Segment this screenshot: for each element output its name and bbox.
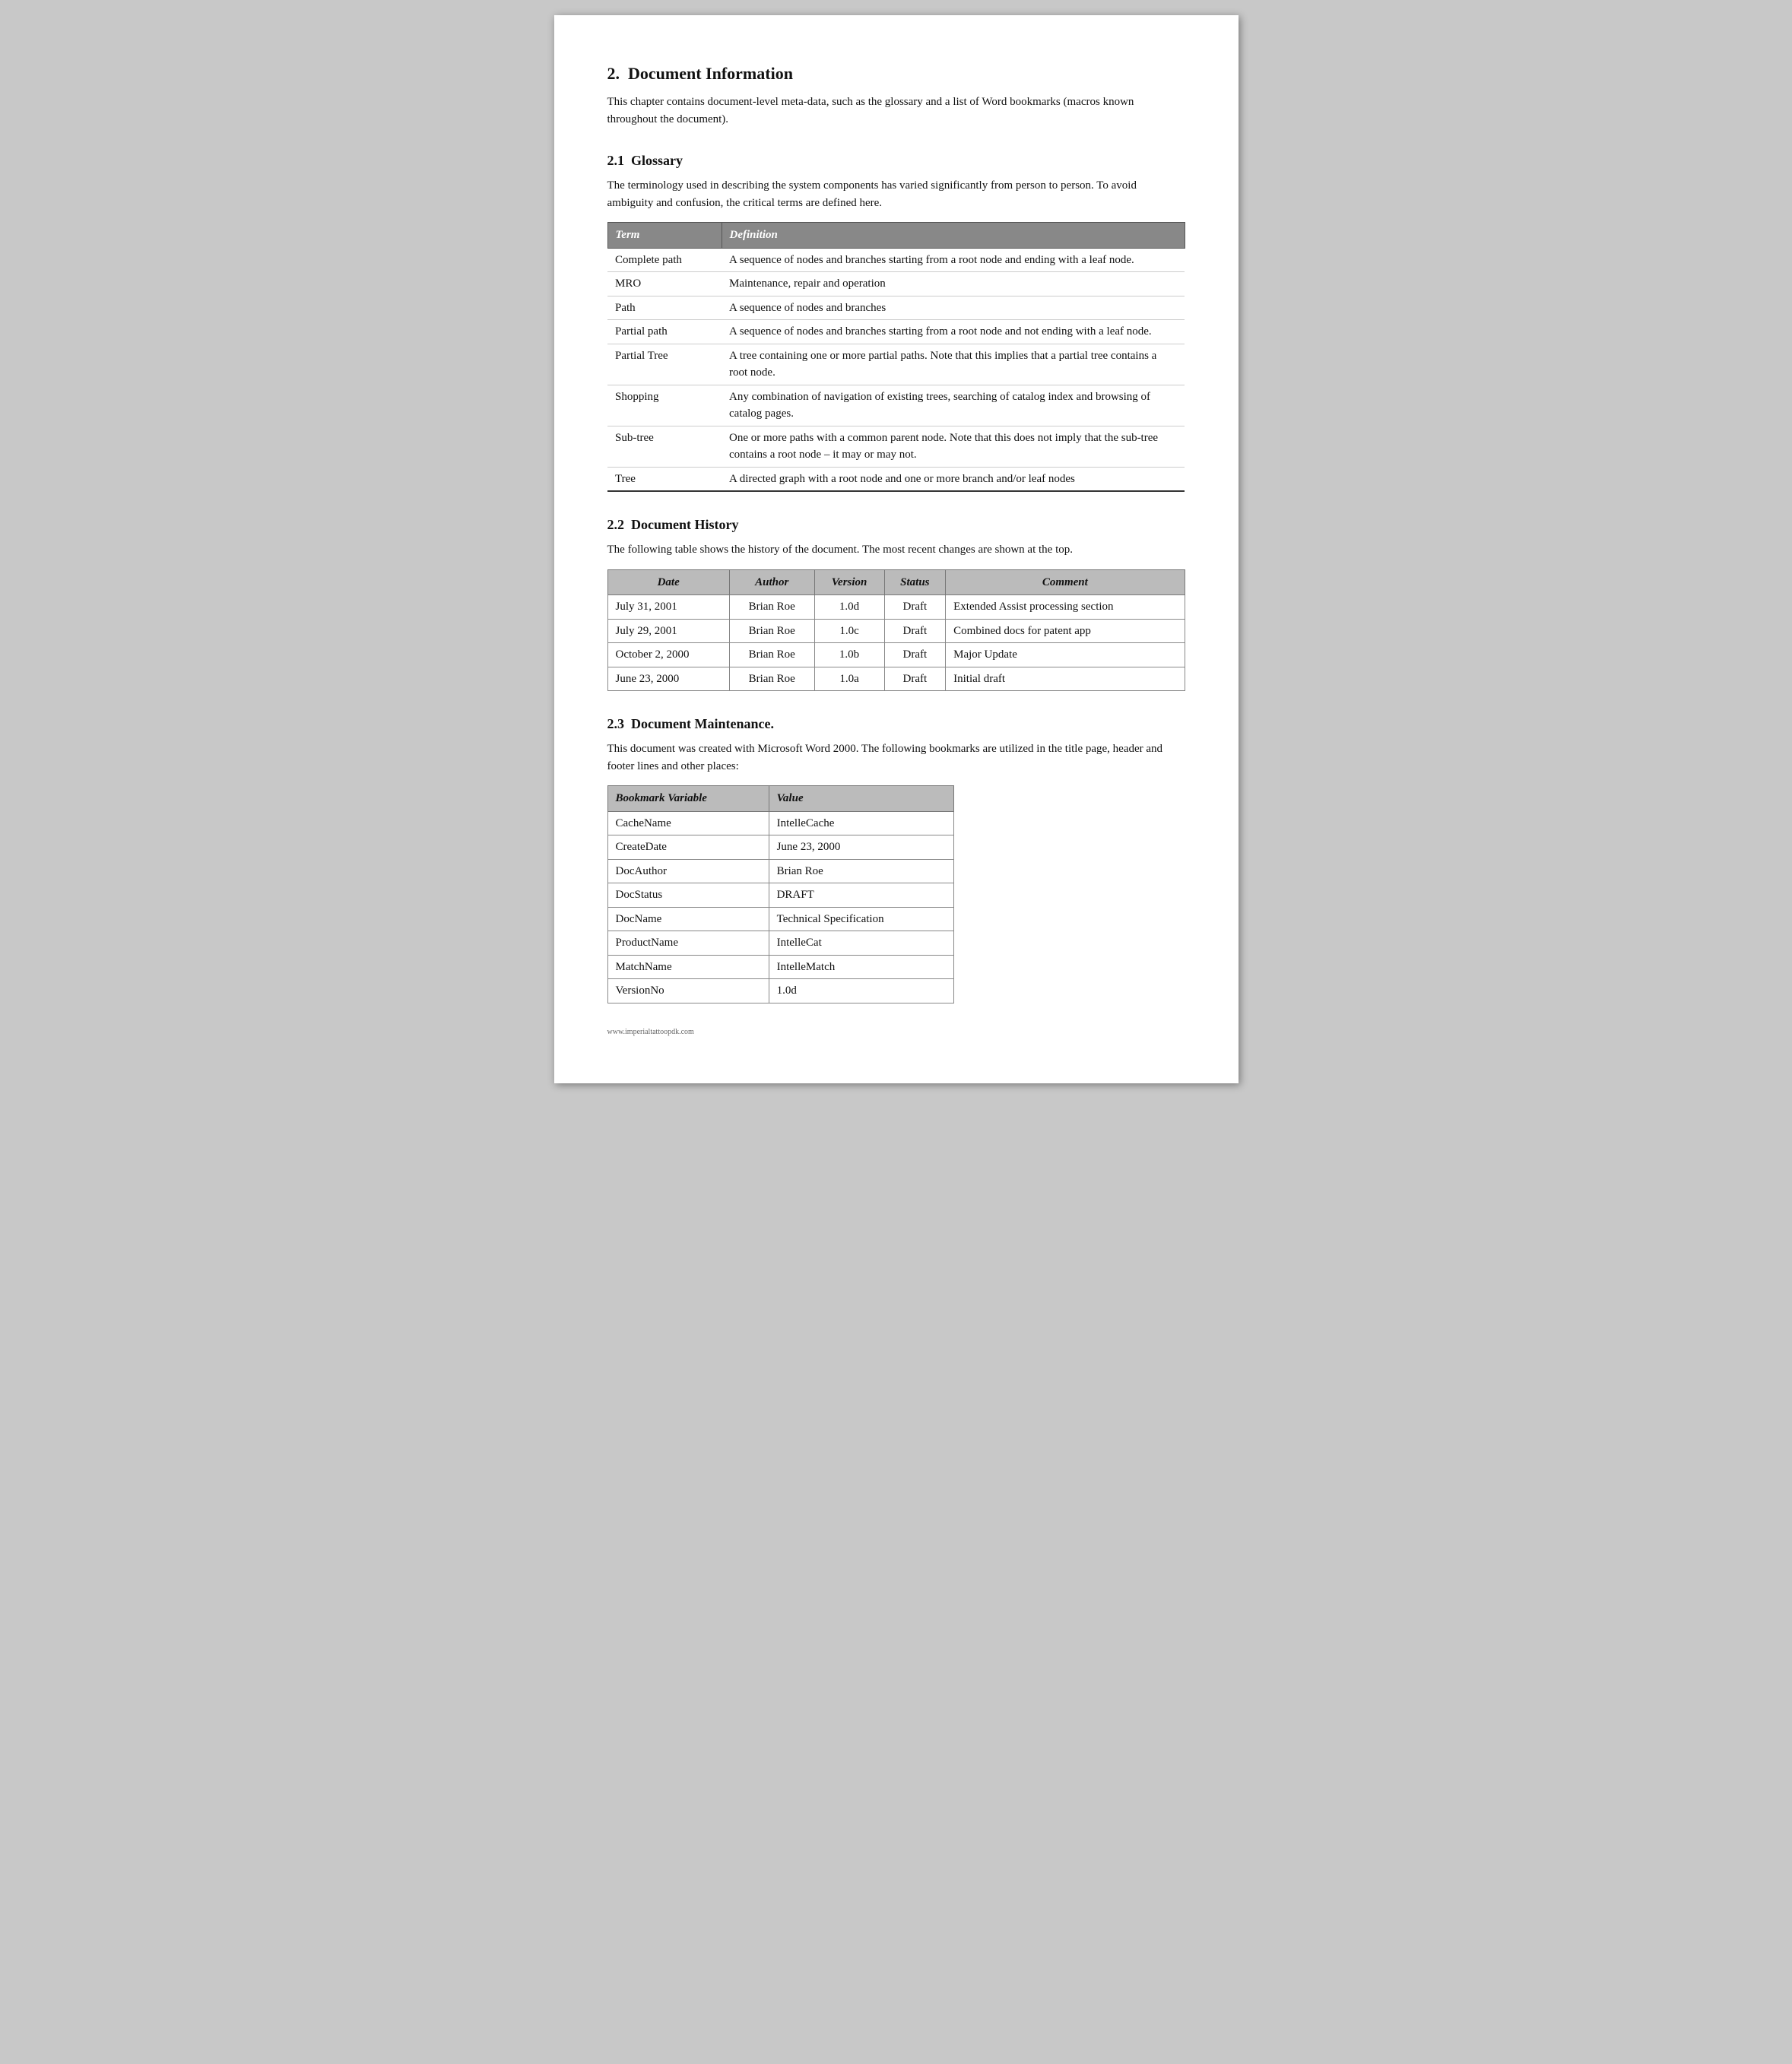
bookmark-variable: ProductName bbox=[607, 931, 769, 956]
bookmark-column-header: Bookmark Variable bbox=[607, 786, 769, 812]
glossary-definition: Any combination of navigation of existin… bbox=[722, 385, 1185, 426]
history-cell: Brian Roe bbox=[729, 643, 814, 667]
glossary-definition: A directed graph with a root node and on… bbox=[722, 467, 1185, 491]
history-cell: Major Update bbox=[946, 643, 1185, 667]
section-23-intro: This document was created with Microsoft… bbox=[607, 740, 1185, 775]
history-cell: July 29, 2001 bbox=[607, 619, 729, 643]
bookmark-variable: VersionNo bbox=[607, 979, 769, 1003]
table-row: June 23, 2000Brian Roe1.0aDraftInitial d… bbox=[607, 667, 1185, 691]
table-row: PathA sequence of nodes and branches bbox=[607, 296, 1185, 320]
glossary-definition: A sequence of nodes and branches startin… bbox=[722, 320, 1185, 344]
history-cell: 1.0a bbox=[814, 667, 884, 691]
section-2-title: 2. Document Information bbox=[607, 61, 1185, 86]
table-row: DocAuthorBrian Roe bbox=[607, 859, 953, 883]
bookmark-variable: CacheName bbox=[607, 811, 769, 835]
bookmark-column-header: Value bbox=[769, 786, 953, 812]
history-table: DateAuthorVersionStatusComment July 31, … bbox=[607, 569, 1185, 692]
history-cell: Draft bbox=[884, 667, 946, 691]
history-cell: 1.0c bbox=[814, 619, 884, 643]
history-cell: Initial draft bbox=[946, 667, 1185, 691]
document-page: 2. Document Information This chapter con… bbox=[554, 15, 1239, 1083]
bookmark-variable: MatchName bbox=[607, 955, 769, 979]
history-column-header: Status bbox=[884, 569, 946, 595]
glossary-term: Partial Tree bbox=[607, 344, 722, 385]
bookmark-value: 1.0d bbox=[769, 979, 953, 1003]
glossary-header-definition: Definition bbox=[722, 223, 1185, 249]
history-cell: Draft bbox=[884, 643, 946, 667]
bookmark-variable: DocAuthor bbox=[607, 859, 769, 883]
table-row: DocNameTechnical Specification bbox=[607, 907, 953, 931]
glossary-term: Shopping bbox=[607, 385, 722, 426]
bookmark-value: IntelleMatch bbox=[769, 955, 953, 979]
table-row: July 31, 2001Brian Roe1.0dDraftExtended … bbox=[607, 595, 1185, 620]
bookmark-table: Bookmark VariableValue CacheNameIntelleC… bbox=[607, 785, 954, 1003]
bookmark-variable: DocStatus bbox=[607, 883, 769, 908]
table-row: Partial TreeA tree containing one or mor… bbox=[607, 344, 1185, 385]
history-cell: 1.0d bbox=[814, 595, 884, 620]
bookmark-value: IntelleCat bbox=[769, 931, 953, 956]
table-row: ShoppingAny combination of navigation of… bbox=[607, 385, 1185, 426]
bookmark-value: Brian Roe bbox=[769, 859, 953, 883]
history-column-header: Date bbox=[607, 569, 729, 595]
bookmark-variable: CreateDate bbox=[607, 835, 769, 860]
bookmark-value: IntelleCache bbox=[769, 811, 953, 835]
section-2: 2. Document Information This chapter con… bbox=[607, 61, 1185, 128]
history-cell: October 2, 2000 bbox=[607, 643, 729, 667]
bookmark-value: Technical Specification bbox=[769, 907, 953, 931]
table-row: Sub-treeOne or more paths with a common … bbox=[607, 426, 1185, 467]
history-column-header: Version bbox=[814, 569, 884, 595]
bookmark-variable: DocName bbox=[607, 907, 769, 931]
section-22-title: 2.2 Document History bbox=[607, 515, 1185, 535]
history-cell: June 23, 2000 bbox=[607, 667, 729, 691]
history-cell: Brian Roe bbox=[729, 667, 814, 691]
watermark: www.imperialtattoopdk.com bbox=[607, 1026, 1185, 1038]
glossary-definition: One or more paths with a common parent n… bbox=[722, 426, 1185, 467]
table-row: MatchNameIntelleMatch bbox=[607, 955, 953, 979]
table-row: October 2, 2000Brian Roe1.0bDraftMajor U… bbox=[607, 643, 1185, 667]
table-row: Complete pathA sequence of nodes and bra… bbox=[607, 248, 1185, 272]
glossary-definition: Maintenance, repair and operation bbox=[722, 272, 1185, 296]
history-cell: Extended Assist processing section bbox=[946, 595, 1185, 620]
history-cell: Draft bbox=[884, 595, 946, 620]
bookmark-value: DRAFT bbox=[769, 883, 953, 908]
glossary-term: Complete path bbox=[607, 248, 722, 272]
table-row: VersionNo1.0d bbox=[607, 979, 953, 1003]
glossary-header-term: Term bbox=[607, 223, 722, 249]
glossary-term: Partial path bbox=[607, 320, 722, 344]
section-2-intro: This chapter contains document-level met… bbox=[607, 94, 1185, 128]
table-row: Partial pathA sequence of nodes and bran… bbox=[607, 320, 1185, 344]
history-cell: Brian Roe bbox=[729, 595, 814, 620]
table-row: MROMaintenance, repair and operation bbox=[607, 272, 1185, 296]
glossary-term: Path bbox=[607, 296, 722, 320]
table-row: DocStatusDRAFT bbox=[607, 883, 953, 908]
glossary-term: Tree bbox=[607, 467, 722, 491]
section-22: 2.2 Document History The following table… bbox=[607, 515, 1185, 691]
section-21-title: 2.1 Glossary bbox=[607, 151, 1185, 171]
history-cell: Combined docs for patent app bbox=[946, 619, 1185, 643]
glossary-term: Sub-tree bbox=[607, 426, 722, 467]
history-column-header: Author bbox=[729, 569, 814, 595]
table-row: ProductNameIntelleCat bbox=[607, 931, 953, 956]
section-22-intro: The following table shows the history of… bbox=[607, 541, 1185, 559]
table-row: July 29, 2001Brian Roe1.0cDraftCombined … bbox=[607, 619, 1185, 643]
section-21-intro: The terminology used in describing the s… bbox=[607, 177, 1185, 211]
glossary-definition: A tree containing one or more partial pa… bbox=[722, 344, 1185, 385]
bookmark-value: June 23, 2000 bbox=[769, 835, 953, 860]
table-row: TreeA directed graph with a root node an… bbox=[607, 467, 1185, 491]
table-row: CacheNameIntelleCache bbox=[607, 811, 953, 835]
history-cell: Draft bbox=[884, 619, 946, 643]
glossary-definition: A sequence of nodes and branches bbox=[722, 296, 1185, 320]
glossary-definition: A sequence of nodes and branches startin… bbox=[722, 248, 1185, 272]
table-row: CreateDateJune 23, 2000 bbox=[607, 835, 953, 860]
history-column-header: Comment bbox=[946, 569, 1185, 595]
section-23: 2.3 Document Maintenance. This document … bbox=[607, 714, 1185, 1003]
history-cell: July 31, 2001 bbox=[607, 595, 729, 620]
history-cell: Brian Roe bbox=[729, 619, 814, 643]
glossary-term: MRO bbox=[607, 272, 722, 296]
glossary-table: Term Definition Complete pathA sequence … bbox=[607, 222, 1185, 492]
history-cell: 1.0b bbox=[814, 643, 884, 667]
section-23-title: 2.3 Document Maintenance. bbox=[607, 714, 1185, 734]
section-21: 2.1 Glossary The terminology used in des… bbox=[607, 151, 1185, 492]
